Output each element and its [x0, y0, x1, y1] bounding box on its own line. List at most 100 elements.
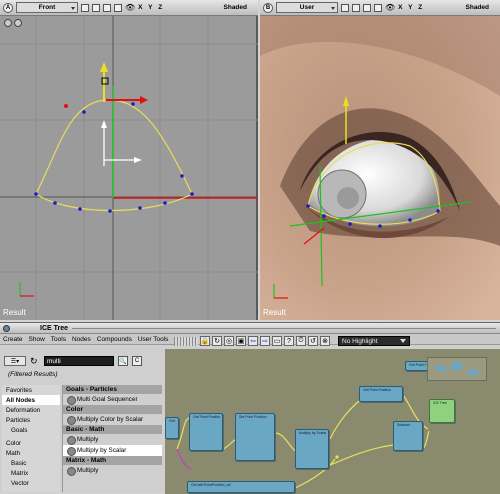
toggle-icon[interactable]	[114, 3, 122, 12]
search-row: ☰▾ ↻ 🔍 C	[4, 355, 164, 367]
category-favorites[interactable]: Favorites	[2, 385, 60, 395]
shading-mode[interactable]: Shaded	[224, 4, 247, 11]
category-math[interactable]: Math	[2, 448, 60, 458]
category-matrix[interactable]: Matrix	[2, 468, 60, 478]
axis-toggles[interactable]: X Y Z	[138, 4, 164, 11]
node-title: Subtract	[397, 423, 411, 427]
reload-icon[interactable]: ↻	[30, 356, 40, 366]
graph-node[interactable]: Get Point Position	[405, 361, 429, 371]
layout-icon[interactable]: ▣	[236, 336, 246, 346]
viewport-letter[interactable]: B	[263, 2, 273, 13]
eyelid-bottom-curve	[35, 193, 193, 212]
category-particles[interactable]: Particles	[2, 415, 60, 425]
graph-node[interactable]: Subtract	[393, 421, 423, 451]
eye-icon[interactable]: 👁	[385, 3, 395, 12]
graph-node[interactable]: Get Point Position	[165, 417, 179, 439]
node-title: Multiply by Scalar	[299, 431, 326, 435]
node-title: Set Point Position	[239, 415, 267, 419]
thumb-node	[436, 366, 446, 371]
node-multi-goal-sequencer[interactable]: Multi Goal Sequencer	[63, 394, 162, 405]
viewport-letter[interactable]: A	[3, 2, 13, 13]
toggle-icon[interactable]	[363, 3, 371, 12]
help-icon[interactable]: ?	[284, 336, 294, 346]
search-input[interactable]	[44, 356, 114, 366]
grid	[0, 16, 258, 320]
user-view-canvas[interactable]	[260, 16, 500, 320]
move-gizmo-h-arrow	[134, 157, 142, 163]
category-basic[interactable]: Basic	[2, 458, 60, 468]
toggle-icon[interactable]	[352, 3, 360, 12]
menu-show[interactable]: Show	[29, 336, 45, 343]
toggle-icon[interactable]	[81, 3, 89, 12]
menu-nodes[interactable]: Nodes	[72, 336, 91, 343]
section-header: Basic - Math	[63, 425, 162, 434]
toggle-icon[interactable]	[341, 3, 349, 12]
loop-icon[interactable]: ↺	[308, 336, 318, 346]
graph-node[interactable]: Multiply by Scalar	[295, 429, 329, 469]
back-arrow-icon[interactable]: ⇦	[248, 336, 258, 346]
graph-node[interactable]: Set Point Position	[235, 413, 275, 461]
lock-icon[interactable]: 🔒	[200, 336, 210, 346]
node-list: Goals - Particles Multi Goal Sequencer C…	[62, 385, 162, 492]
wire-dot	[335, 455, 339, 459]
node-multiply-color-by-scalar[interactable]: Multiply Color by Scalar	[63, 414, 162, 425]
shading-mode[interactable]: Shaded	[466, 4, 489, 11]
control-points	[34, 102, 194, 213]
graph-node[interactable]: Get self.PointPosition_ref	[187, 481, 295, 493]
thumb-node	[468, 370, 478, 375]
menu-create[interactable]: Create	[3, 336, 23, 343]
node-matrix-multiply[interactable]: Multiply	[63, 465, 162, 476]
category-deformation[interactable]: Deformation	[2, 405, 60, 415]
graph-preview-thumb	[427, 357, 487, 381]
toggle-icon[interactable]	[103, 3, 111, 12]
toggle-icon[interactable]	[92, 3, 100, 12]
graph-node-ice-tree[interactable]: ICE Tree	[429, 399, 455, 423]
section-header: Goals - Particles	[63, 385, 162, 394]
user-viewport-header: B User 👁 X Y Z Shaded	[260, 0, 500, 16]
stop-icon[interactable]: ⊗	[320, 336, 330, 346]
gizmo-y-arrow	[100, 62, 108, 72]
view-selector[interactable]: User	[276, 2, 338, 13]
graph-node[interactable]: Get Point Position	[189, 413, 223, 451]
category-all-nodes[interactable]: All Nodes	[2, 395, 60, 405]
frame-icon[interactable]: ▭	[272, 336, 282, 346]
section-header: Matrix - Math	[63, 456, 162, 465]
move-gizmo-v-arrow	[101, 120, 107, 128]
node-title: ICE Tree	[433, 401, 447, 405]
clear-search-icon[interactable]: C	[132, 356, 142, 366]
result-label: Result	[263, 308, 286, 317]
node-graph[interactable]: Get Point Position Get Point Position Se…	[165, 349, 500, 494]
timer-icon[interactable]: ⏱	[296, 336, 306, 346]
toolbar-icons: 🔒 ↻ ◎ ▣ ⇦ ⇨ ▭ ? ⏱ ↺ ⊗	[174, 335, 334, 347]
highlight-dropdown[interactable]: No Highlight	[338, 336, 410, 346]
eye-icon[interactable]: 👁	[125, 3, 135, 12]
menu-compounds[interactable]: Compounds	[97, 336, 132, 343]
category-vector[interactable]: Vector	[2, 478, 60, 488]
result-label: Result	[3, 308, 26, 317]
forward-arrow-icon[interactable]: ⇨	[260, 336, 270, 346]
category-goals[interactable]: Goals	[2, 425, 60, 435]
node-multiply[interactable]: Multiply	[63, 434, 162, 445]
refresh-icon[interactable]: ↻	[212, 336, 222, 346]
eyelid-curve	[35, 99, 193, 195]
toggle-icon[interactable]	[374, 3, 382, 12]
category-color[interactable]: Color	[2, 438, 60, 448]
front-view-canvas[interactable]	[0, 16, 258, 320]
user-viewport[interactable]: B User 👁 X Y Z Shaded Result	[260, 0, 500, 320]
panel-icon[interactable]	[3, 324, 10, 332]
search-icon[interactable]: 🔍	[118, 356, 128, 366]
node-multiply-by-scalar[interactable]: Multiply by Scalar	[63, 445, 162, 456]
list-view-button[interactable]: ☰▾	[4, 356, 26, 366]
node-title: Get self.PointPosition_ref	[191, 483, 231, 487]
view-selector[interactable]: Front	[16, 2, 78, 13]
node-title: Get Point Position	[169, 419, 176, 423]
menu-user-tools[interactable]: User Tools	[138, 336, 169, 343]
menu-tools[interactable]: Tools	[51, 336, 66, 343]
pivot-point	[64, 104, 68, 108]
graph-node[interactable]: Get Point Position	[359, 386, 403, 402]
clear-icon[interactable]: ◎	[224, 336, 234, 346]
pupil	[337, 187, 359, 209]
front-viewport[interactable]: A Front 👁 X Y Z Shaded Result	[0, 0, 258, 320]
wire	[329, 400, 360, 440]
axis-toggles[interactable]: X Y Z	[398, 4, 424, 11]
